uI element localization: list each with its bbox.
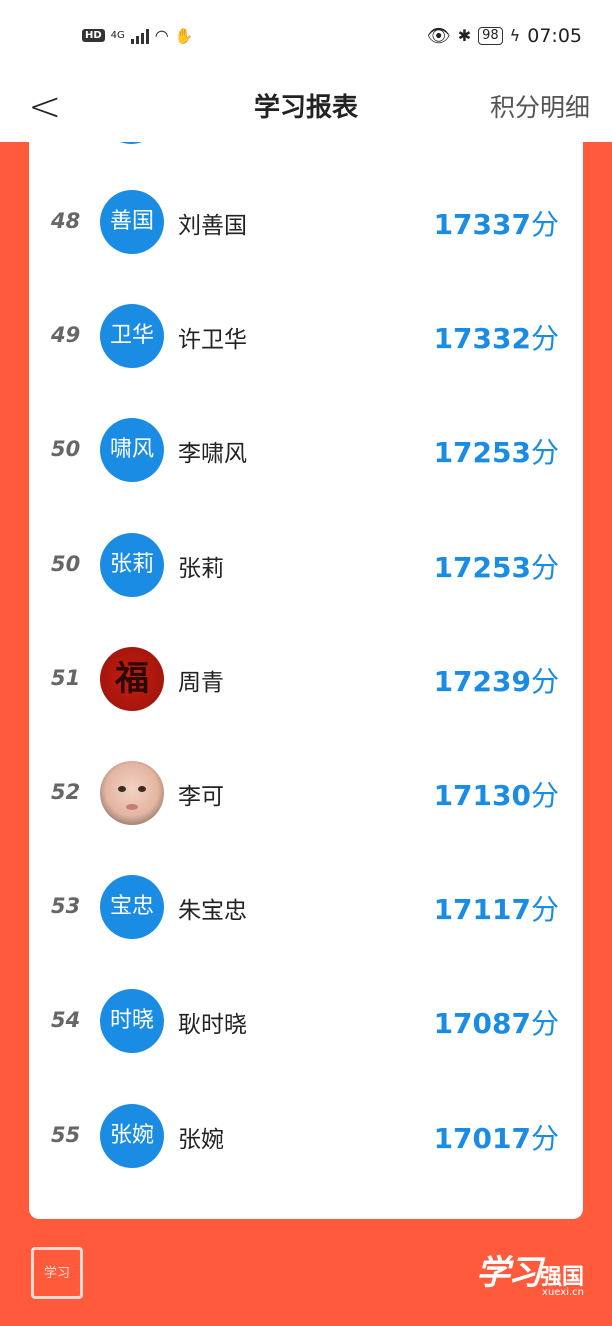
score-value: 17117 [433, 893, 531, 927]
avatar[interactable]: 啸风 [100, 418, 164, 483]
avatar-text: 福 [115, 658, 149, 699]
score-unit: 分 [530, 779, 559, 812]
avatar[interactable]: 张婉 [100, 1103, 164, 1168]
rank-number: 49 [51, 323, 81, 348]
status-right: 👁 ✱ 98 ϟ 07:05 [426, 24, 582, 48]
score-value: 17130 [433, 779, 531, 812]
avatar-text: 善国 [109, 209, 154, 234]
logo-url: xuexi.cn [542, 1287, 584, 1298]
score: 17017分 [434, 1117, 559, 1157]
ranking-row[interactable]: 49 卫华 许卫华 17332分 [29, 283, 583, 397]
user-name: 刘善国 [178, 213, 247, 239]
network-type: 4G [110, 30, 125, 41]
points-detail-link[interactable]: 积分明细 [490, 88, 590, 124]
ranking-row[interactable]: 48 善国 刘善国 17337分 [29, 169, 583, 283]
user-name: 李啸风 [178, 441, 247, 468]
rank-number: 55 [51, 1122, 81, 1147]
ranking-row[interactable]: 53 宝忠 朱宝忠 17117分 [29, 854, 583, 968]
score-value: 17337 [433, 208, 531, 241]
seal-logo-icon: 学习 [31, 1247, 83, 1299]
user-name: 许卫华 [178, 327, 247, 354]
avatar[interactable]: 宝忠 [100, 875, 164, 940]
ranking-list[interactable]: 48 善国 刘善国 17337分 49 卫华 许卫华 17332分 50 啸风 李啸风 17253分 5… [29, 142, 583, 1219]
avatar-text: 张莉 [109, 551, 154, 577]
score-unit: 分 [530, 322, 559, 356]
rank-number: 48 [51, 209, 81, 233]
avatar-text: 宝忠 [109, 894, 154, 920]
avatar-photo[interactable]: 福 [100, 646, 164, 711]
score-value: 17239 [433, 664, 531, 698]
score: 17130分 [434, 774, 559, 814]
clock: 07:05 [527, 24, 582, 47]
score-unit: 分 [530, 1121, 559, 1155]
ranking-row[interactable]: 52 李可 17130分 [29, 740, 583, 854]
user-name: 李可 [178, 784, 224, 810]
score-value: 17253 [433, 550, 531, 584]
avatar[interactable]: 时晓 [100, 989, 164, 1054]
nav-bar: < 学习报表 积分明细 [0, 75, 612, 142]
score-unit: 分 [530, 436, 559, 470]
status-bar: HD 4G ◠ ✋ 👁 ✱ 98 ϟ 07:05 [0, 0, 612, 75]
score: 17117分 [434, 888, 559, 928]
ranking-row[interactable]: 50 啸风 李啸风 17253分 [29, 397, 583, 511]
avatar-photo[interactable] [100, 761, 164, 825]
avatar-text: 啸风 [109, 437, 154, 463]
avatar[interactable]: 卫华 [100, 304, 164, 369]
face-photo-icon [118, 786, 146, 810]
score-value: 17253 [433, 436, 531, 470]
ranking-row[interactable]: 55 张婉 张婉 17017分 [29, 1083, 583, 1197]
score-unit: 分 [530, 208, 559, 241]
status-left: HD 4G ◠ ✋ [82, 26, 193, 45]
score-value: 17332 [433, 322, 531, 356]
avatar-text: 张婉 [109, 1122, 154, 1148]
hd-icon: HD [82, 29, 105, 42]
battery-icon: 98 [478, 26, 503, 45]
charging-icon: ϟ [509, 26, 521, 45]
score-value: 17017 [433, 1121, 531, 1155]
score-unit: 分 [530, 550, 559, 584]
ranking-row[interactable]: 51 福 周青 17239分 [29, 626, 583, 740]
ranking-row[interactable]: 54 时晓 耿时晓 17087分 [29, 968, 583, 1082]
user-name: 张婉 [178, 1126, 224, 1153]
seal-text: 学习 [43, 1265, 70, 1281]
avatar-text: 时晓 [109, 1008, 154, 1034]
rank-number: 52 [51, 780, 81, 804]
score-unit: 分 [530, 1007, 559, 1041]
rank-number: 53 [51, 894, 81, 919]
score: 17337分 [434, 203, 559, 243]
ranking-row[interactable]: 50 张莉 张莉 17253分 [29, 512, 583, 626]
user-name: 耿时晓 [178, 1012, 247, 1039]
wifi-icon: ◠ [154, 26, 169, 45]
score: 17332分 [434, 317, 559, 357]
xuexi-logo: 学习强国 xuexi.cn [475, 1245, 584, 1298]
score: 17239分 [434, 660, 559, 700]
score-unit: 分 [530, 893, 559, 927]
score: 17087分 [434, 1002, 559, 1042]
rank-number: 54 [51, 1008, 81, 1033]
avatar[interactable]: 善国 [100, 190, 164, 254]
logo-script: 学习 [475, 1253, 542, 1293]
signal-icon [130, 28, 149, 44]
eye-icon: 👁 [426, 25, 451, 47]
partial-avatar [99, 142, 163, 144]
score: 17253分 [434, 546, 559, 586]
avatar-text: 卫华 [109, 323, 154, 349]
rank-number: 50 [51, 437, 81, 462]
score-unit: 分 [530, 664, 559, 698]
bluetooth-icon: ✱ [457, 26, 472, 45]
hand-icon: ✋ [174, 26, 194, 45]
score-value: 17087 [433, 1007, 531, 1041]
user-name: 周青 [178, 669, 224, 696]
user-name: 张莉 [178, 555, 224, 582]
rank-number: 50 [51, 551, 81, 576]
avatar[interactable]: 张莉 [100, 532, 164, 597]
rank-number: 51 [51, 665, 81, 690]
score: 17253分 [434, 431, 559, 471]
user-name: 朱宝忠 [178, 898, 247, 925]
